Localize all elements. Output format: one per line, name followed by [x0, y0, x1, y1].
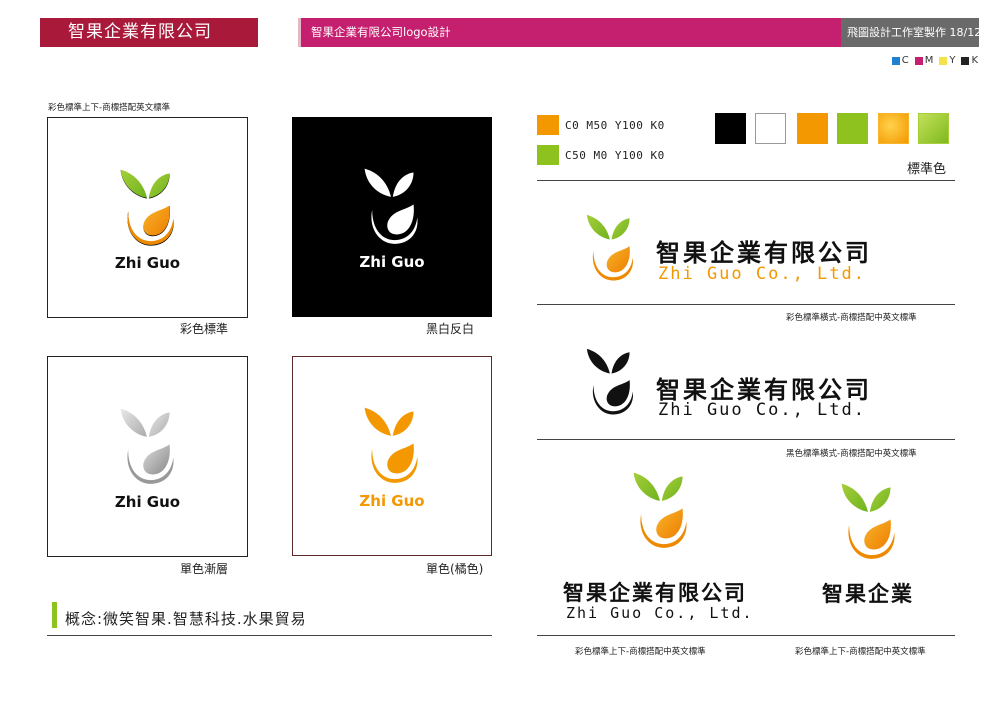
cmyk-c-label: C — [901, 55, 909, 66]
cyan-swatch — [891, 56, 900, 65]
orange-code-swatch — [537, 115, 559, 135]
divider-h-black — [537, 439, 955, 440]
fruit-logo-vertical-1-icon — [633, 472, 687, 548]
magenta-swatch — [914, 56, 923, 65]
fruit-logo-white-icon — [364, 168, 418, 244]
palette-swatch-green-gradient — [918, 113, 949, 144]
header-separator — [258, 18, 298, 47]
caption-horizontal-color: 彩色標準橫式-商標搭配中英文標準 — [786, 313, 917, 323]
green-code-swatch — [537, 145, 559, 165]
palette-swatch-orange — [797, 113, 828, 144]
company-en-black: Zhi Guo Co., Ltd. — [658, 400, 866, 420]
fruit-logo-horizontal-black-icon — [586, 348, 634, 415]
left-section-title: 彩色標準上下-商標搭配英文標準 — [48, 103, 171, 113]
green-cmyk-code: C50 M0 Y100 K0 — [565, 149, 665, 162]
cmyk-m-label: M — [924, 55, 934, 66]
company-cn-color: 智果企業有限公司 — [656, 239, 872, 267]
logo-gray-box: Zhi Guo — [47, 356, 248, 557]
cmyk-legend: C M Y K — [888, 55, 978, 66]
header-company: 智果企業有限公司 — [40, 18, 258, 47]
logo-text-gray: Zhi Guo — [114, 492, 181, 511]
palette-swatch-black — [715, 113, 746, 144]
palette-swatch-green — [837, 113, 868, 144]
company-short-cn: 智果企業 — [822, 582, 914, 606]
yellow-swatch — [939, 56, 948, 65]
caption-orange: 單色(橘色) — [426, 562, 484, 576]
company-cn-vertical: 智果企業有限公司 — [563, 581, 747, 605]
caption-bw: 黑白反白 — [426, 322, 475, 336]
caption-vertical-2: 彩色標準上下-商標搭配中英文標準 — [795, 647, 926, 657]
divider-vertical — [537, 635, 955, 636]
header-subtitle: 智果企業有限公司logo設計 — [301, 18, 841, 47]
caption-horizontal-black: 黑色標準橫式-商標搭配中英文標準 — [786, 449, 917, 459]
fruit-logo-color-icon — [120, 169, 181, 250]
black-swatch — [961, 56, 970, 65]
caption-vertical-1: 彩色標準上下-商標搭配中英文標準 — [575, 647, 706, 657]
logo-color-box: Zhi Guo — [47, 117, 248, 318]
concept-divider — [47, 635, 492, 636]
logo-text-orange: Zhi Guo — [359, 492, 425, 510]
palette-divider — [537, 180, 955, 181]
fruit-logo-orange-icon — [364, 407, 418, 483]
company-en-vertical: Zhi Guo Co., Ltd. — [566, 604, 754, 622]
logo-text-white: Zhi Guo — [359, 253, 425, 271]
palette-swatch-white — [755, 113, 786, 144]
company-en-color: Zhi Guo Co., Ltd. — [658, 264, 866, 284]
fruit-logo-vertical-2-icon — [841, 483, 895, 559]
cmyk-k-label: K — [971, 55, 978, 66]
palette-swatch-orange-gradient — [878, 113, 909, 144]
logo-text-color: Zhi Guo — [114, 253, 181, 272]
header-studio: 飛圖設計工作室製作 18/12/24 — [841, 18, 999, 47]
concept-text: 概念:微笑智果.智慧科技.水果貿易 — [65, 610, 307, 628]
fruit-logo-gray-icon — [120, 408, 174, 484]
palette-label: 標準色 — [907, 162, 947, 177]
orange-cmyk-code: C0 M50 Y100 K0 — [565, 119, 665, 132]
logo-orange-box: Zhi Guo — [292, 356, 492, 556]
cmyk-y-label: Y — [949, 55, 956, 66]
caption-color: 彩色標準 — [180, 322, 229, 336]
logo-bw-box: Zhi Guo — [292, 117, 492, 317]
divider-h-color — [537, 304, 955, 305]
fruit-logo-horizontal-color-icon — [586, 214, 634, 281]
header-bar: 智果企業有限公司 智果企業有限公司logo設計 飛圖設計工作室製作 18/12/… — [40, 18, 999, 47]
concept-accent-bar — [52, 602, 57, 628]
caption-gray: 單色漸層 — [180, 562, 229, 576]
